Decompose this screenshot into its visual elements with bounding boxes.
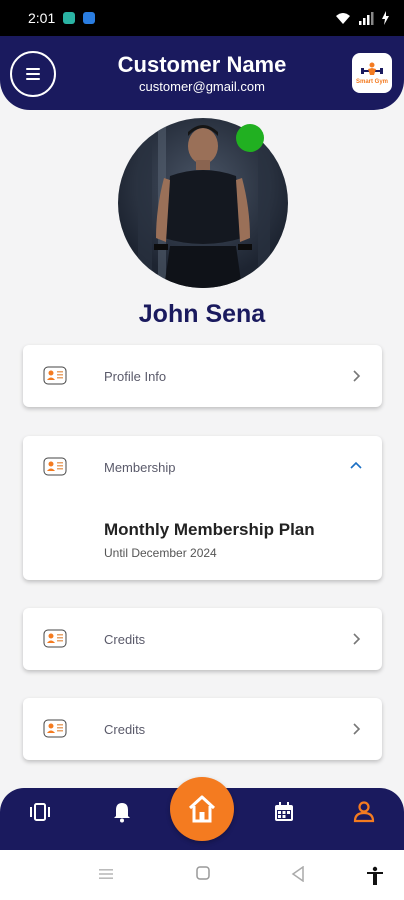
accessibility-icon[interactable] — [366, 866, 384, 886]
id-card-icon — [43, 719, 67, 738]
user-icon[interactable] — [352, 800, 376, 824]
profile-name: John Sena — [138, 300, 266, 328]
app-notification-icon — [83, 12, 96, 24]
home-icon — [188, 795, 216, 823]
system-navigation-bar — [0, 850, 404, 900]
status-time: 2:01 — [28, 10, 56, 26]
customer-email: customer@gmail.com — [139, 79, 265, 94]
card-label: Credits — [104, 632, 146, 647]
dashboard-icon[interactable] — [28, 800, 52, 824]
chevron-right-icon — [353, 633, 361, 645]
online-status-indicator — [236, 124, 264, 152]
app-notification-icon — [63, 12, 76, 24]
gym-logo-text: Smart Gym — [355, 79, 388, 85]
home-square-icon[interactable] — [196, 866, 210, 880]
profile-info-card[interactable]: Profile Info — [23, 345, 382, 407]
membership-plan-title: Monthly Membership Plan — [104, 520, 315, 539]
membership-card[interactable]: Membership Monthly Membership Plan Until… — [23, 436, 382, 580]
signal-icon — [359, 11, 374, 25]
card-label: Credits — [104, 722, 146, 737]
id-card-icon — [43, 366, 67, 385]
header-title-block: Customer Name customer@gmail.com — [0, 52, 404, 94]
card-label: Membership — [104, 460, 176, 475]
customer-name: Customer Name — [117, 52, 287, 77]
back-icon[interactable] — [291, 866, 305, 882]
id-card-icon — [43, 629, 67, 648]
chevron-right-icon — [353, 723, 361, 735]
recent-apps-icon[interactable] — [98, 866, 114, 882]
gym-logo: Smart Gym — [352, 53, 392, 93]
calendar-icon[interactable] — [272, 800, 296, 824]
home-button[interactable] — [170, 777, 234, 841]
status-bar: 2:01 — [0, 0, 404, 36]
credits-card[interactable]: Credits — [23, 608, 382, 670]
wifi-icon — [336, 12, 350, 24]
id-card-icon — [43, 457, 67, 476]
chevron-up-icon[interactable] — [350, 460, 362, 472]
membership-plan-until: Until December 2024 — [104, 546, 217, 560]
gym-logo-icon — [361, 62, 383, 75]
credits-card[interactable]: Credits — [23, 698, 382, 760]
chevron-right-icon — [353, 370, 361, 382]
battery-charging-icon — [382, 11, 389, 25]
card-label: Profile Info — [104, 369, 167, 384]
bell-icon[interactable] — [110, 800, 134, 824]
app-header: Customer Name customer@gmail.com Smart G… — [0, 36, 404, 110]
